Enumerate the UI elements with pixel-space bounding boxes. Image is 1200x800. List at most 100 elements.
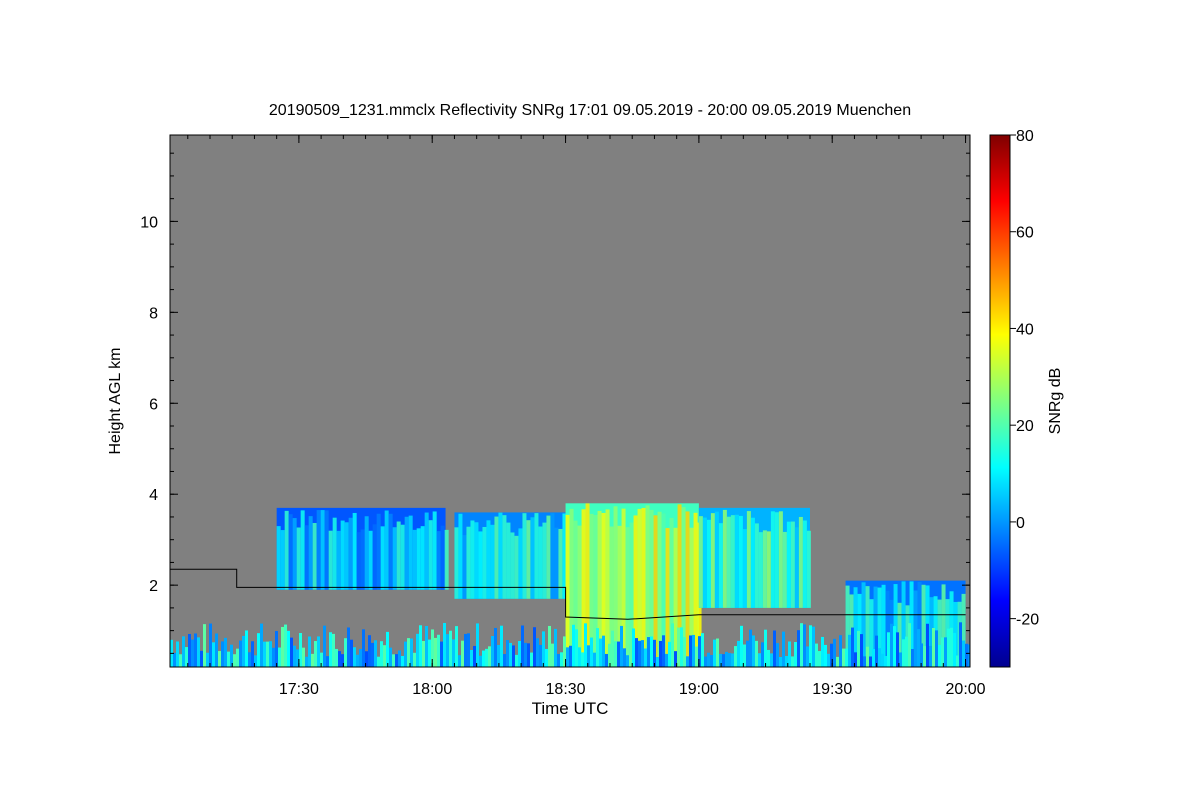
echo-column	[754, 523, 759, 608]
echo-column	[304, 525, 309, 590]
clutter-column	[593, 652, 596, 667]
clutter-column	[671, 623, 674, 667]
echo-column	[332, 517, 337, 590]
echo-column	[798, 516, 803, 608]
clutter-column	[956, 655, 959, 667]
clutter-column	[446, 634, 449, 667]
x-tick-label: 18:00	[412, 681, 452, 698]
clutter-column	[422, 640, 425, 667]
clutter-column	[290, 637, 293, 667]
clutter-column	[950, 627, 953, 667]
clutter-column	[338, 651, 341, 667]
clutter-column	[323, 625, 326, 667]
clutter-column	[257, 633, 260, 667]
clutter-column	[776, 643, 779, 667]
clutter-column	[350, 639, 353, 667]
echo-column	[428, 520, 433, 590]
clutter-column	[203, 624, 206, 667]
echo-column	[778, 511, 783, 608]
clutter-column	[452, 639, 455, 667]
clutter-column	[803, 624, 806, 667]
echo-column	[372, 524, 377, 590]
clutter-column	[617, 641, 620, 667]
clutter-column	[428, 639, 431, 667]
echo-column	[806, 530, 811, 608]
clutter-column	[545, 648, 548, 667]
echo-column	[746, 511, 751, 608]
clutter-column	[437, 634, 440, 667]
echo-column	[550, 513, 555, 599]
clutter-column	[491, 636, 494, 667]
clutter-column	[758, 653, 761, 667]
echo-column	[698, 516, 703, 608]
clutter-column	[494, 627, 497, 667]
clutter-column	[845, 648, 848, 667]
clutter-column	[245, 630, 248, 667]
colorbar-tick-label: 0	[1016, 515, 1025, 532]
cloud-layer	[276, 507, 449, 590]
echo-column	[408, 515, 413, 590]
y-tick-label: 6	[149, 396, 158, 413]
clutter-column	[962, 640, 965, 667]
echo-column	[296, 527, 301, 590]
colorbar-tick-label: 40	[1016, 321, 1034, 338]
echo-column	[710, 513, 715, 608]
clutter-column	[791, 656, 794, 667]
clutter-column	[872, 649, 875, 667]
clutter-column	[935, 630, 938, 667]
clutter-column	[479, 655, 482, 667]
clutter-column	[599, 638, 602, 667]
colorbar-ticks: -20 0 20 40 60 80	[1010, 128, 1039, 629]
clutter-column	[902, 639, 905, 667]
clutter-column	[638, 640, 641, 667]
clutter-column	[833, 638, 836, 667]
clutter-column	[755, 640, 758, 667]
echo-column	[734, 514, 739, 608]
clutter-column	[941, 637, 944, 667]
echo-column	[802, 520, 807, 608]
clutter-column	[878, 648, 881, 667]
clutter-column	[782, 631, 785, 667]
clutter-column	[227, 651, 230, 667]
clutter-column	[716, 638, 719, 667]
echo-column	[288, 514, 293, 590]
clutter-column	[626, 655, 629, 667]
clutter-column	[923, 646, 926, 667]
echo-column	[384, 510, 389, 590]
clutter-column	[326, 656, 329, 667]
echo-column	[340, 520, 345, 590]
clutter-column	[581, 652, 584, 667]
clutter-column	[938, 644, 941, 667]
clutter-column	[488, 646, 491, 667]
clutter-column	[629, 644, 632, 667]
clutter-column	[455, 626, 458, 667]
clutter-column	[836, 656, 839, 667]
clutter-column	[251, 641, 254, 667]
x-axis-label: Time UTC	[532, 699, 609, 718]
clutter-column	[713, 639, 716, 667]
clutter-column	[794, 641, 797, 667]
echo-column	[794, 527, 799, 608]
clutter-column	[689, 635, 692, 667]
clutter-column	[797, 630, 800, 667]
clutter-column	[392, 654, 395, 667]
clutter-column	[212, 642, 215, 667]
clutter-column	[779, 656, 782, 667]
clutter-column	[503, 654, 506, 667]
clutter-column	[866, 646, 869, 667]
clutter-column	[764, 629, 767, 667]
clutter-column	[677, 627, 680, 667]
colorbar	[989, 134, 1011, 668]
colorbar-tick-label: 20	[1016, 418, 1034, 435]
clutter-column	[887, 632, 890, 667]
clutter-column	[566, 647, 569, 667]
clutter-column	[344, 638, 347, 667]
clutter-column	[434, 637, 437, 667]
clutter-column	[521, 625, 524, 667]
clutter-column	[611, 630, 614, 667]
clutter-column	[380, 641, 383, 667]
clutter-column	[578, 647, 581, 667]
echo-column	[316, 510, 321, 590]
clutter-column	[371, 642, 374, 667]
echo-column	[730, 515, 735, 608]
